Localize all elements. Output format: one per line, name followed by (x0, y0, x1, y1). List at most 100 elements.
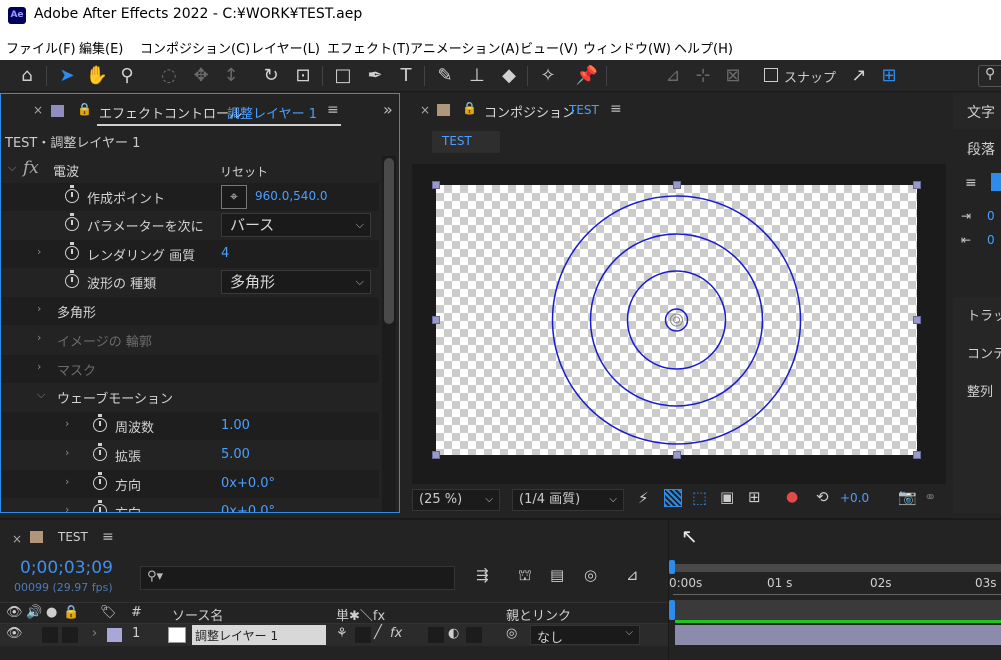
stopwatch-icon[interactable] (65, 213, 79, 231)
snap-to-icon[interactable]: ↗ (846, 63, 872, 89)
parent-dropdown[interactable]: なし ⌵ (530, 625, 640, 646)
menu-layer[interactable]: レイヤー(L) (251, 38, 320, 57)
pan-camera-icon[interactable]: ✥ (188, 63, 214, 89)
menu-edit[interactable]: 編集(E) (79, 38, 123, 57)
indent-first-icon[interactable]: ⇤ (961, 233, 971, 247)
menu-animation[interactable]: アニメーション(A) (410, 38, 520, 57)
crosshair-icon[interactable]: ⌖ (221, 185, 247, 209)
type-tool-icon[interactable]: T (393, 63, 419, 89)
menu-effect[interactable]: エフェクト(T) (327, 38, 410, 57)
chevron-right-icon[interactable]: › (65, 503, 69, 512)
mask-path-visibility-icon[interactable]: ⬚ (692, 488, 707, 507)
chevron-right-icon[interactable]: › (65, 446, 69, 459)
solo-icon[interactable]: ● (46, 605, 57, 620)
comp-subtab[interactable]: TEST (432, 131, 500, 153)
chevron-down-icon[interactable]: ⌵ (8, 161, 16, 175)
solo-toggle[interactable] (42, 627, 58, 643)
stopwatch-icon[interactable] (65, 242, 79, 260)
exposure-value[interactable]: +0.0 (840, 491, 869, 505)
layer-handle[interactable] (913, 451, 921, 459)
zoom-dropdown[interactable]: (25 %) ⌵ (412, 489, 500, 511)
fast-preview-icon[interactable]: ⚡ (638, 489, 649, 507)
reset-link[interactable]: リセット (220, 163, 268, 180)
clone-stamp-icon[interactable]: ⊥ (464, 63, 490, 89)
chevron-right-icon[interactable]: › (37, 360, 41, 373)
comp-flowchart-icon[interactable]: ⇶ (476, 566, 489, 584)
layer-label-color[interactable] (107, 628, 122, 642)
composition-canvas[interactable] (436, 185, 917, 455)
view-axis-icon[interactable]: ⊠ (720, 63, 746, 89)
work-area-start-handle[interactable] (669, 560, 675, 574)
lock-toggle[interactable] (62, 627, 78, 643)
draft-3d-icon[interactable]: ⛫ (518, 566, 532, 586)
indent-left-value[interactable]: 0 (987, 209, 995, 223)
scrollbar-track[interactable] (382, 156, 396, 512)
pickwhip-icon[interactable]: ◎ (506, 626, 517, 641)
grid-guides-icon[interactable]: ⊞ (748, 488, 761, 506)
home-icon[interactable]: ⌂ (14, 63, 40, 89)
rotation-tool-icon[interactable]: ↻ (258, 63, 284, 89)
region-of-interest-icon[interactable]: ▣ (720, 488, 734, 506)
stopwatch-icon[interactable] (93, 443, 107, 461)
quality-switch-icon[interactable]: ╱ (374, 625, 382, 640)
label-icon[interactable]: 🏷 (100, 605, 117, 620)
tracker-panel-tab[interactable]: トラッ (967, 305, 1001, 324)
timeline-tab-label[interactable]: TEST (58, 530, 88, 544)
layer-handle[interactable] (432, 181, 440, 189)
dolly-camera-icon[interactable]: ↕ (218, 63, 244, 89)
render-quality-value[interactable]: 4 (221, 246, 229, 261)
motion-blur-icon[interactable]: ◎ (584, 566, 597, 584)
chevron-down-icon[interactable]: ⌵ (37, 388, 45, 402)
zoom-icon[interactable]: ⚲ (114, 63, 140, 89)
snap-feature-icon[interactable]: ⊞ (876, 63, 902, 89)
layer-handle[interactable] (913, 181, 921, 189)
eraser-icon[interactable]: ◆ (496, 63, 522, 89)
chevron-right-icon[interactable]: › (92, 626, 97, 641)
layer-search-input[interactable]: ⚲▾ (140, 566, 455, 590)
stopwatch-icon[interactable] (65, 270, 79, 288)
frequency-value[interactable]: 1.00 (221, 418, 250, 433)
wave-type-dropdown[interactable]: 多角形 ⌵ (221, 270, 371, 294)
current-timecode[interactable]: 0;00;03;09 (20, 558, 113, 578)
close-tab-icon[interactable]: × (12, 532, 22, 546)
layer-handle[interactable] (673, 181, 681, 189)
fx-switch-icon[interactable]: fx (390, 626, 402, 641)
stopwatch-icon[interactable] (93, 500, 107, 512)
direction-value[interactable]: 0x+0.0° (221, 476, 275, 491)
search-help-icon[interactable]: ⚲ (978, 65, 1001, 87)
motion-blur-switch[interactable] (428, 627, 444, 643)
lock-icon[interactable]: 🔒 (63, 605, 79, 620)
collapse-switch[interactable] (355, 627, 371, 643)
world-axis-icon[interactable]: ⊹ (690, 63, 716, 89)
content-aware-fill-tab[interactable]: コンテ (967, 343, 1001, 362)
align-left-icon[interactable]: ≡ (965, 175, 977, 191)
layer-duration-bar[interactable] (675, 625, 1001, 645)
chevron-right-icon[interactable]: › (37, 302, 41, 315)
chevron-right-icon[interactable]: › (65, 475, 69, 488)
fx-icon[interactable]: fx (23, 158, 39, 178)
tab-composition[interactable]: コンポジション (484, 102, 575, 121)
indent-left-icon[interactable]: ⇥ (961, 209, 971, 223)
eye-icon[interactable]: 👁 (6, 626, 23, 641)
direction2-value[interactable]: 0x+0.0° (221, 504, 275, 512)
menu-view[interactable]: ビュー(V) (520, 38, 578, 57)
column-source-name[interactable]: ソース名 (172, 605, 223, 624)
adjustment-layer-icon[interactable]: ◐ (448, 626, 459, 641)
anchor-value[interactable]: 960.0,540.0 (255, 189, 328, 203)
stopwatch-icon[interactable] (65, 185, 79, 203)
layer-handle[interactable] (432, 451, 440, 459)
snapshot-icon[interactable]: 📷 (898, 488, 917, 506)
brush-tool-icon[interactable]: ✎ (432, 63, 458, 89)
menu-composition[interactable]: コンポジション(C) (140, 38, 250, 57)
menu-help[interactable]: ヘルプ(H) (674, 38, 733, 57)
rectangle-tool-icon[interactable]: □ (330, 63, 356, 89)
close-tab-icon[interactable]: × (420, 103, 430, 117)
paragraph-panel-tab[interactable]: 段落 (967, 139, 995, 159)
layer-handle[interactable] (673, 451, 681, 459)
panel-menu-icon[interactable]: ≡ (327, 102, 339, 118)
tab-effect-controls-layer[interactable]: 調整レイヤー 1 (227, 103, 317, 122)
stopwatch-icon[interactable] (93, 472, 107, 490)
panel-menu-icon[interactable]: ≡ (102, 529, 114, 545)
lock-icon[interactable]: 🔒 (462, 101, 477, 115)
work-area-bar[interactable] (673, 564, 1001, 572)
